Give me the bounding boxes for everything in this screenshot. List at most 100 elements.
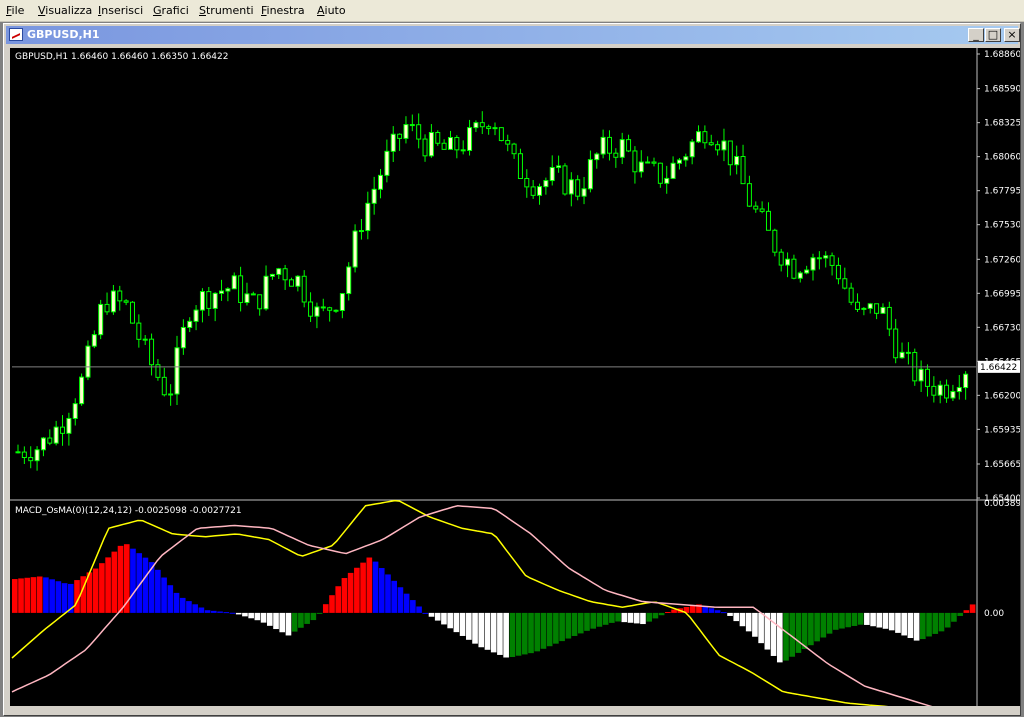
candle-body [638, 161, 644, 173]
candle-body [199, 291, 205, 311]
candle-body [543, 180, 549, 188]
candle-body [174, 347, 180, 395]
histogram-bar [596, 612, 603, 627]
histogram-bar [727, 612, 733, 616]
price-tick-label: 1.67260 [984, 255, 1020, 265]
menu-finestra[interactable]: Finestra [261, 4, 305, 17]
histogram-bar [192, 604, 198, 613]
candle-body [842, 278, 848, 289]
minimize-button[interactable]: _ [968, 28, 984, 42]
indicator-label: MACD_OsMA(0)(12,24,12) -0.0025098 -0.002… [15, 506, 242, 516]
price-tick-label: 1.65665 [984, 460, 1020, 470]
candle-body [441, 142, 447, 150]
histogram-bar [322, 604, 329, 613]
window-titlebar[interactable]: GBPUSD,H1 _ □ × [6, 26, 1020, 44]
histogram-bar [882, 612, 889, 629]
candle-body [91, 334, 97, 347]
histogram-bar [235, 612, 242, 615]
candle-body [524, 178, 530, 188]
candle-body [950, 391, 956, 399]
histogram-bar [204, 610, 211, 613]
candle-body [867, 303, 873, 309]
histogram-bar [901, 612, 907, 636]
candle-body [193, 309, 199, 322]
candle-body [206, 291, 212, 309]
histogram-bar [43, 577, 49, 613]
histogram-bar [969, 604, 976, 613]
histogram-bar [671, 609, 677, 613]
candle-body [708, 142, 714, 146]
menu-strumenti[interactable]: Strumenti [199, 4, 254, 17]
menu-file[interactable]: File [6, 4, 24, 17]
candle-body [104, 303, 110, 313]
maximize-button[interactable]: □ [985, 28, 1001, 42]
histogram-bar [938, 612, 945, 632]
candle-body [403, 124, 409, 139]
candle-body [657, 162, 663, 184]
candle-body [734, 156, 740, 166]
histogram-bar [665, 611, 671, 613]
histogram-bar [615, 612, 621, 622]
candle-body [282, 268, 288, 281]
candle-body [740, 156, 746, 185]
candle-body [34, 449, 40, 462]
candle-body [79, 376, 85, 405]
candle-body [473, 122, 479, 129]
chart-svg[interactable]: 1.68860 1.68590 1.68325 1.68060 1.67795 1.675… [10, 48, 1020, 706]
candle-body [308, 301, 314, 317]
histogram-bar [285, 612, 292, 636]
histogram-bar [148, 562, 155, 613]
candle-body [568, 179, 574, 195]
candle-body [250, 293, 256, 296]
histogram-bar [565, 612, 572, 639]
histogram-bar [130, 548, 136, 613]
price-tick-label: 1.68590 [984, 85, 1020, 95]
histogram-bar [857, 612, 864, 625]
candle-body [358, 230, 364, 233]
candle-body [797, 272, 803, 279]
price-tick-label: 1.65935 [984, 425, 1020, 435]
histogram-bar [105, 557, 111, 613]
menu-inserisci[interactable]: Inserisci [98, 4, 143, 17]
histogram-bar [347, 572, 354, 613]
histogram-bar [621, 612, 628, 623]
candle-body [575, 179, 581, 197]
candle-body [963, 373, 969, 389]
candle-body [785, 258, 791, 266]
histogram-bar [391, 580, 397, 613]
candle-body [556, 165, 562, 169]
chart-area[interactable]: 1.68860 1.68590 1.68325 1.68060 1.67795 1.675… [10, 48, 1020, 706]
candle-body [683, 156, 689, 161]
candle-body [613, 152, 619, 158]
candle-body [715, 144, 721, 151]
candle-body [371, 188, 377, 204]
menu-aiuto[interactable]: Aiuto [317, 4, 346, 17]
histogram-bar [826, 612, 833, 634]
histogram-bar [335, 586, 342, 613]
menu-visualizza[interactable]: Visualizza [38, 4, 92, 17]
histogram-bar [521, 612, 528, 655]
histogram-bar [602, 612, 609, 625]
candle-body [804, 269, 810, 274]
histogram-bar [571, 612, 578, 636]
histogram-bar [721, 612, 727, 614]
histogram-bar [223, 612, 230, 614]
histogram-bar [428, 612, 435, 617]
candle-body [918, 368, 924, 382]
candle-body [587, 159, 593, 190]
candle-body [511, 143, 517, 155]
menu-bar: File Visualizza Inserisci Grafici Strume… [0, 0, 1024, 22]
menu-grafici[interactable]: Grafici [153, 4, 189, 17]
histogram-bar [870, 612, 876, 627]
candle-body [422, 138, 428, 157]
candle-body [314, 306, 320, 317]
candle-body [225, 288, 231, 292]
close-button[interactable]: × [1004, 28, 1020, 42]
candle-body [276, 268, 282, 275]
histogram-bar [459, 612, 466, 636]
histogram-bar [310, 612, 317, 621]
histogram-bar [801, 612, 808, 650]
histogram-bar [584, 612, 590, 631]
candle-body [365, 202, 371, 232]
histogram-bar [372, 561, 379, 613]
